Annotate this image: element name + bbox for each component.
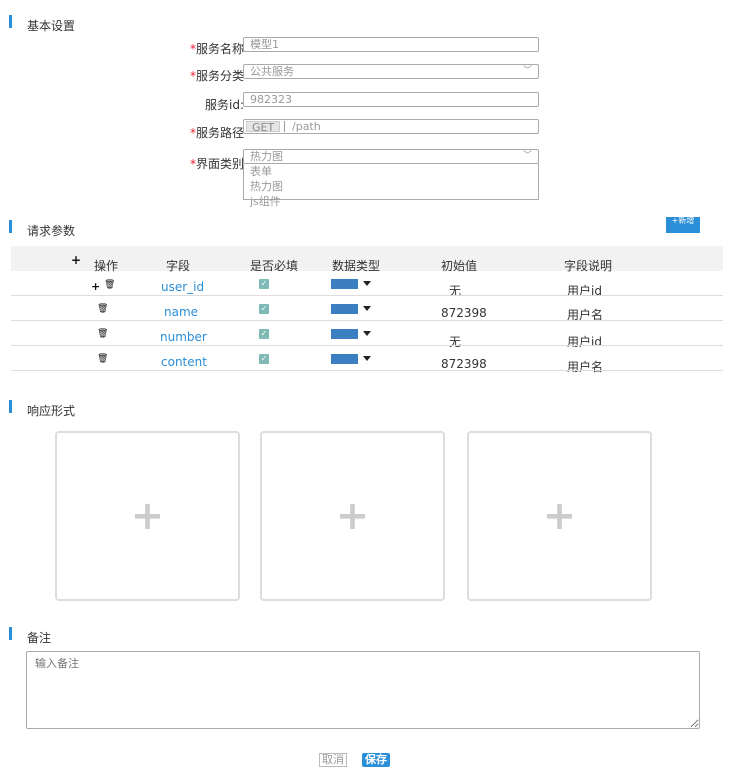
row-divider — [11, 295, 723, 296]
column-header: 字段 — [166, 259, 191, 273]
ui-type-option[interactable]: 热力图 — [250, 179, 538, 194]
divider — [284, 121, 285, 132]
service-category-select[interactable]: 公共服务 ﹀ — [243, 64, 539, 79]
plus-icon: + — [335, 493, 370, 539]
section-marker — [9, 400, 12, 413]
trash-icon[interactable]: 🗑 — [97, 304, 108, 314]
required-checkbox[interactable]: ✓ — [259, 354, 269, 364]
data-type-select[interactable] — [331, 354, 358, 364]
table-cell-desc: 用户id — [567, 284, 602, 298]
required-checkbox[interactable]: ✓ — [259, 329, 269, 339]
plus-icon: + — [130, 493, 165, 539]
section-marker — [9, 15, 12, 28]
data-type-select[interactable] — [331, 329, 358, 339]
service-name-label: *服务名称 — [189, 42, 244, 56]
path-value: /path — [292, 120, 321, 133]
trash-icon[interactable]: 🗑 — [104, 280, 115, 290]
table-cell-desc: 用户名 — [567, 360, 604, 374]
service-id-input[interactable]: 982323 — [243, 92, 539, 107]
section-title-remark: 备注 — [27, 631, 52, 645]
section-title-request: 请求参数 — [27, 224, 76, 238]
table-cell-field: number — [160, 330, 207, 344]
table-cell-initial: 872398 — [441, 306, 487, 320]
ui-type-dropdown: 表单 热力图 js组件 — [243, 164, 539, 208]
table-cell-desc: 用户id — [567, 335, 602, 349]
ui-type-select[interactable]: 热力图 ﹀ — [243, 149, 539, 164]
column-header: 字段说明 — [564, 259, 613, 273]
table-cell-initial: 无 — [449, 335, 462, 349]
chevron-down-icon: ﹀ — [522, 151, 532, 161]
required-checkbox[interactable]: ✓ — [259, 304, 269, 314]
table-cell-field: user_id — [161, 280, 205, 294]
service-name-input[interactable]: 模型1 — [243, 37, 539, 52]
row-divider — [11, 370, 723, 371]
column-header: 是否必填 — [250, 259, 299, 273]
section-title-response: 响应形式 — [27, 404, 76, 418]
column-header: 操作 — [94, 259, 119, 273]
section-title-basic: 基本设置 — [27, 19, 76, 33]
add-row-icon[interactable]: + — [71, 253, 81, 267]
response-add-card[interactable]: + — [260, 431, 445, 601]
column-header: 初始值 — [441, 259, 478, 273]
data-type-select[interactable] — [331, 304, 358, 314]
ui-type-option[interactable]: js组件 — [250, 194, 538, 209]
caret-down-icon[interactable] — [363, 356, 371, 361]
required-checkbox[interactable]: ✓ — [259, 279, 269, 289]
table-cell-field: content — [161, 355, 207, 369]
table-cell-initial: 无 — [449, 284, 462, 298]
remark-textarea[interactable] — [26, 651, 700, 729]
column-header: 数据类型 — [332, 259, 381, 273]
row-divider — [11, 320, 723, 321]
caret-down-icon[interactable] — [363, 331, 371, 336]
ui-type-option[interactable]: 表单 — [250, 164, 538, 179]
section-marker — [9, 627, 12, 640]
cancel-button[interactable]: 取消 — [319, 753, 347, 767]
add-param-button[interactable]: +新增 — [666, 217, 700, 233]
data-type-select[interactable] — [331, 279, 358, 289]
section-marker — [9, 220, 12, 233]
http-method-tag[interactable]: GET — [246, 121, 281, 133]
service-path-label: *服务路径 — [189, 126, 244, 140]
row-divider — [11, 345, 723, 346]
table-cell-initial: 872398 — [441, 357, 487, 371]
response-add-card[interactable]: + — [467, 431, 652, 601]
plus-icon: + — [542, 493, 577, 539]
service-id-label: 服务id: — [205, 98, 244, 112]
chevron-down-icon: ﹀ — [522, 66, 532, 76]
response-add-card[interactable]: + — [55, 431, 240, 601]
save-button[interactable]: 保存 — [362, 753, 390, 767]
service-category-label: *服务分类 — [189, 69, 244, 83]
table-cell-field: name — [164, 305, 199, 319]
service-path-input[interactable]: GET /path — [243, 119, 539, 134]
caret-down-icon[interactable] — [363, 281, 371, 286]
caret-down-icon[interactable] — [363, 306, 371, 311]
ui-type-label: *界面类别 — [189, 157, 244, 171]
add-row-icon[interactable]: + — [91, 280, 100, 293]
trash-icon[interactable]: 🗑 — [97, 329, 108, 339]
trash-icon[interactable]: 🗑 — [97, 354, 108, 364]
